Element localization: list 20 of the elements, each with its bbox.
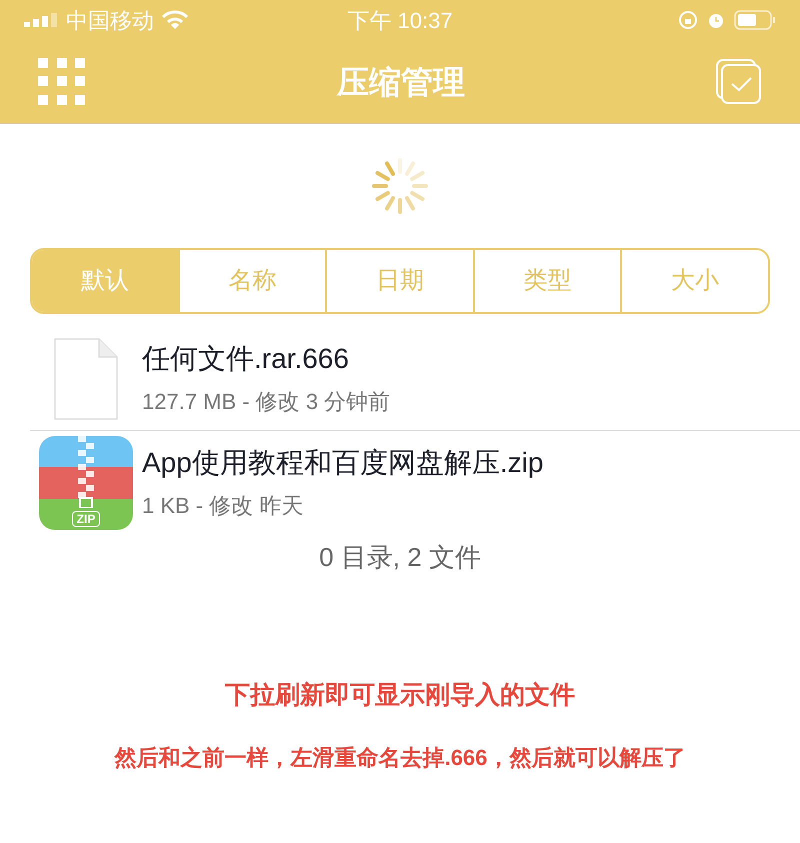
clock-time: 下午 10:37 — [346, 6, 454, 34]
select-button[interactable] — [716, 58, 762, 104]
sort-tab[interactable]: 默认 — [32, 250, 178, 312]
instruction-note: 下拉刷新即可显示刚导入的文件 — [225, 680, 575, 711]
instruction-note: 然后和之前一样，左滑重命名去掉.666，然后就可以解压了 — [114, 744, 686, 772]
file-name: 任何文件.rar.666 — [142, 345, 350, 373]
rotation-lock-icon — [678, 10, 698, 30]
menu-button[interactable] — [38, 58, 86, 106]
file-count-summary: 0 目录, 2 文件 — [318, 541, 482, 574]
sort-tab[interactable]: 大小 — [620, 250, 768, 312]
page-title: 压缩管理 — [336, 62, 466, 102]
loading-spinner-icon — [372, 158, 428, 214]
document-icon — [53, 337, 119, 421]
file-name: App使用教程和百度网盘解压.zip — [142, 448, 544, 476]
file-details: 127.7 MB - 修改 3 分钟前 — [142, 391, 390, 413]
file-details: 1 KB - 修改 昨天 — [142, 494, 304, 516]
signal-icon — [24, 13, 58, 27]
battery-icon — [734, 10, 776, 30]
wifi-icon — [162, 10, 188, 30]
carrier-name: 中国移动 — [66, 6, 154, 34]
